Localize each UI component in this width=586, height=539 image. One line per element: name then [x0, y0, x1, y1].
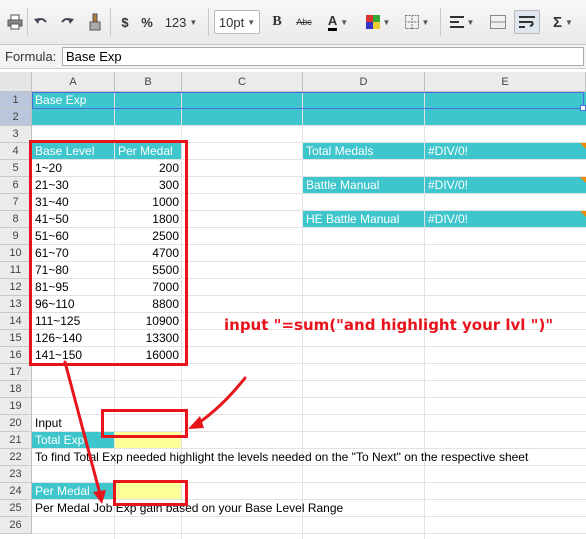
align-dropdown[interactable]: ▼	[446, 10, 478, 34]
annotation-arrows	[63, 360, 247, 504]
chevron-down-icon: ▼	[466, 17, 475, 27]
paint-format-icon	[89, 13, 101, 31]
undo-button[interactable]	[30, 10, 52, 34]
align-left-icon	[449, 16, 464, 28]
font-size-value: 10pt	[218, 14, 245, 30]
arrow-to-total-exp	[195, 376, 247, 426]
paint-format-button[interactable]	[84, 10, 106, 34]
toolbar-divider	[27, 8, 28, 36]
toolbar-divider	[208, 8, 209, 36]
spreadsheet-grid: ABCDE 1 2 3 4 5 6 7 8 9 10 11 12 13 14 15 16 17 18 19 20 21 2…	[0, 72, 586, 539]
sum-icon: Σ	[553, 13, 563, 31]
functions-dropdown[interactable]: Σ ▼	[548, 10, 578, 34]
redo-button[interactable]	[56, 10, 78, 34]
wrap-text-button[interactable]	[514, 10, 540, 34]
fill-color-icon	[365, 15, 380, 29]
text-color-dropdown[interactable]: A ▼	[322, 10, 354, 34]
more-formats-dropdown[interactable]: 123 ▼	[162, 10, 200, 34]
formula-input[interactable]: Base Exp	[62, 47, 584, 66]
merge-cells-button[interactable]	[486, 10, 510, 34]
currency-format-button[interactable]: $	[115, 10, 135, 34]
borders-icon	[404, 15, 419, 29]
percent-format-button[interactable]: %	[137, 10, 157, 34]
bold-button[interactable]: B	[267, 10, 287, 34]
chevron-down-icon: ▼	[340, 17, 349, 27]
undo-icon	[34, 18, 47, 24]
print-icon	[7, 14, 23, 30]
text-color-icon: A	[327, 13, 338, 31]
formula-label: Formula:	[5, 49, 57, 64]
more-formats-label: 123	[164, 14, 187, 30]
fill-color-dropdown[interactable]: ▼	[362, 10, 394, 34]
redo-icon	[61, 18, 74, 24]
chevron-down-icon: ▼	[421, 17, 430, 27]
toolbar-divider	[110, 8, 111, 36]
arrow-to-per-medal	[63, 360, 102, 496]
arrowhead-icon	[93, 490, 106, 504]
chevron-down-icon: ▼	[382, 17, 391, 27]
merge-cells-icon	[490, 15, 506, 29]
chevron-down-icon: ▼	[565, 17, 573, 27]
toolbar: $ % 123 ▼ 10pt ▼ B Abc A ▼ ▼ ▼ ▼ Σ ▼	[0, 0, 586, 45]
font-size-dropdown[interactable]: 10pt ▼	[214, 10, 260, 34]
formula-bar: Formula: Base Exp	[0, 45, 586, 69]
toolbar-divider	[440, 8, 441, 36]
chevron-down-icon: ▼	[189, 17, 198, 27]
chevron-down-icon: ▼	[247, 17, 256, 27]
wrap-text-icon	[519, 16, 535, 28]
print-button[interactable]	[4, 10, 26, 34]
strikethrough-button[interactable]: Abc	[292, 10, 316, 34]
borders-dropdown[interactable]: ▼	[400, 10, 434, 34]
arrowhead-icon	[188, 416, 204, 429]
